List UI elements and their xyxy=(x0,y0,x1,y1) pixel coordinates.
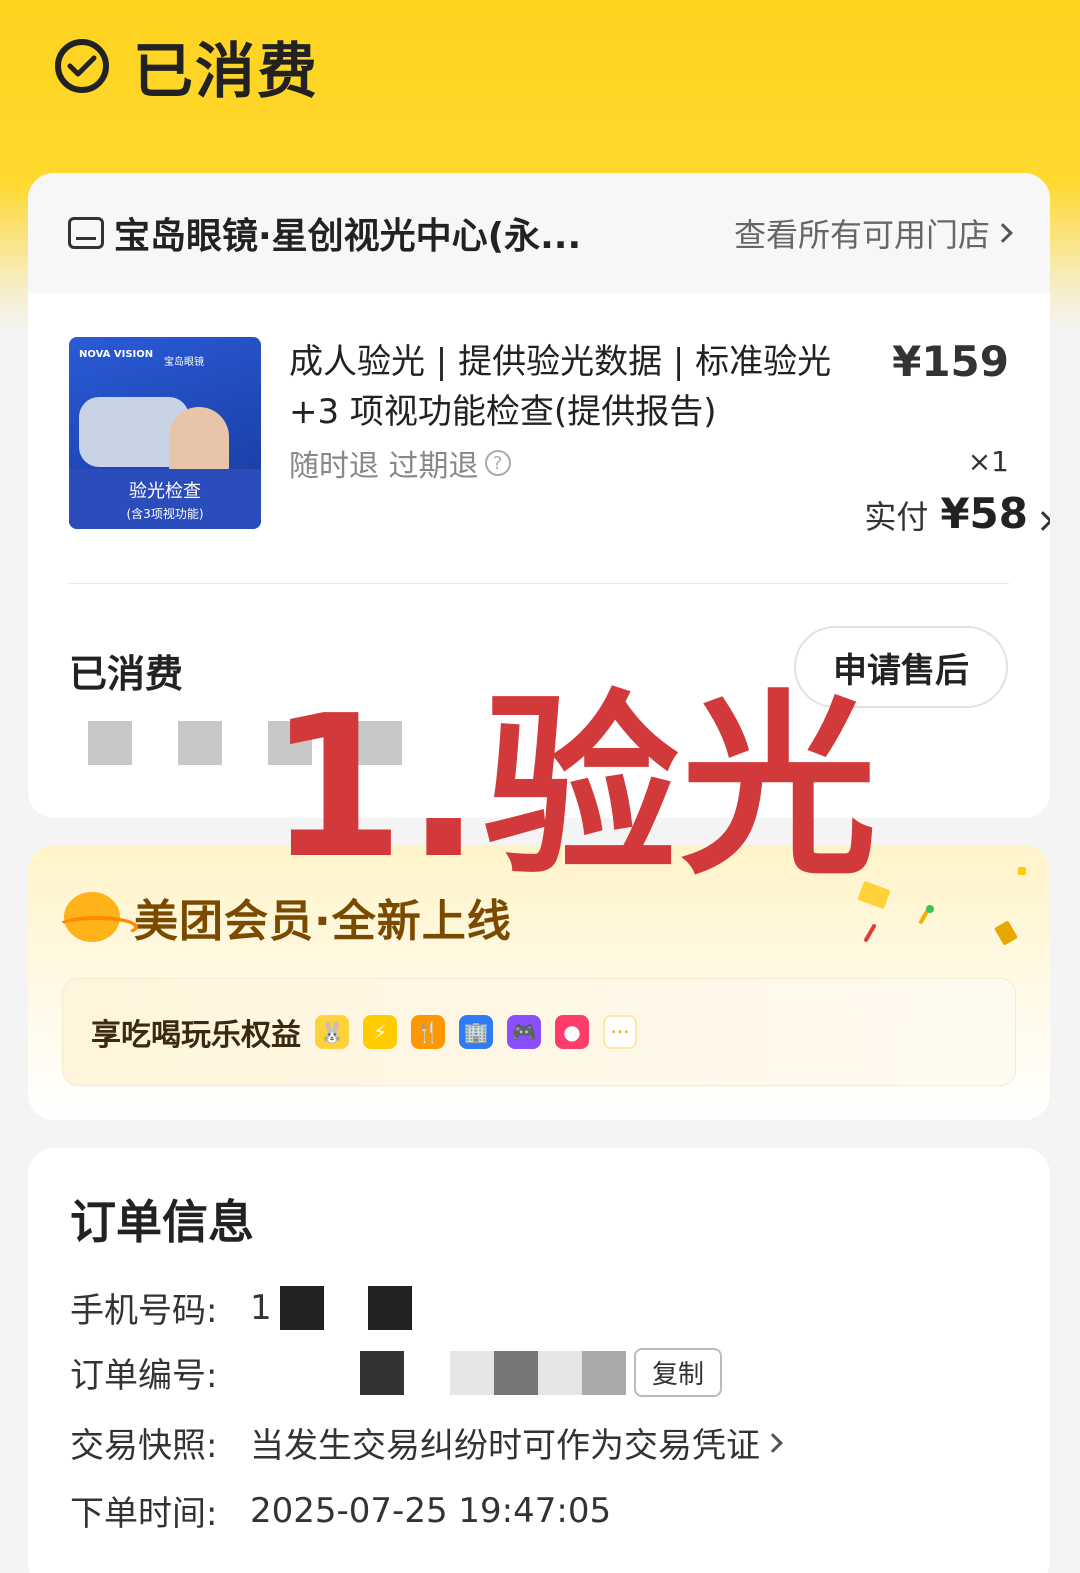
thumbnail-caption-title: 验光检查 xyxy=(129,481,201,502)
order-time-value: 2025-07-25 19:47:05 xyxy=(250,1490,612,1531)
mask-block xyxy=(178,721,222,765)
snapshot-row[interactable]: 交易快照: 当发生交易纠纷时可作为交易凭证 xyxy=(70,1418,783,1467)
phone-value: 1 xyxy=(250,1287,272,1328)
paid-amount-row[interactable]: 实付 ¥58 xyxy=(864,489,1050,538)
refund-tags: 随时退 过期退 ? xyxy=(289,441,511,485)
game-icon: 🎮 xyxy=(507,1015,541,1049)
fork-knife-icon: 🍴 xyxy=(411,1015,445,1049)
chevron-right-icon xyxy=(763,1432,783,1453)
thumbnail-logo: NOVA VISION xyxy=(79,349,154,360)
store-name: 宝岛眼镜·星创视光中心(永... xyxy=(114,216,582,257)
order-number-row: 订单编号: 复制 xyxy=(70,1348,723,1397)
phone-label: 手机号码: xyxy=(70,1291,218,1331)
thumbnail-caption: 验光检查 (含3项视功能) xyxy=(69,469,261,529)
status-title: 已消费 xyxy=(133,36,319,107)
meituan-member-logo-icon xyxy=(56,892,138,942)
chevron-right-icon xyxy=(1033,511,1050,531)
mask-block xyxy=(360,1350,404,1395)
annotation-overlay: 1.验光 xyxy=(268,674,879,902)
view-all-stores-link[interactable]: 查看所有可用门店 xyxy=(733,210,1013,256)
paid-amount: ¥58 xyxy=(940,489,1028,538)
snapshot-label: 交易快照: xyxy=(70,1426,218,1466)
consumption-status: 已消费 xyxy=(69,652,184,696)
mask-block xyxy=(88,721,132,765)
mask-block xyxy=(538,1350,582,1395)
thumbnail-caption-sub: (含3项视功能) xyxy=(126,507,204,521)
product-title: 成人验光 | 提供验光数据 | 标准验光+3 项视功能检查(提供报告) xyxy=(289,342,832,432)
rabbit-icon: 🐰 xyxy=(315,1015,349,1049)
order-info-title: 订单信息 xyxy=(70,1195,254,1249)
refund-tags-text: 随时退 过期退 xyxy=(289,449,479,484)
confetti-icon xyxy=(863,923,877,943)
order-time-label: 下单时间: xyxy=(70,1494,218,1534)
mask-block xyxy=(279,1285,324,1330)
divider xyxy=(69,583,1009,584)
order-time-row: 下单时间: 2025-07-25 19:47:05 xyxy=(70,1486,611,1535)
order-info-card: 订单信息 手机号码: 1 订单编号: 复制 交易快照: 当发生交易纠纷时可作为交… xyxy=(28,1148,1050,1573)
view-all-stores-label: 查看所有可用门店 xyxy=(733,216,990,254)
copy-order-number-button[interactable]: 复制 xyxy=(634,1348,723,1397)
status-header: 已消费 xyxy=(55,30,319,107)
more-icon[interactable]: ··· xyxy=(603,1015,637,1049)
check-circle-icon xyxy=(55,39,109,93)
mask-block xyxy=(367,1285,412,1330)
confetti-icon xyxy=(926,905,934,913)
person-image xyxy=(169,407,229,477)
thumbnail-brand: 宝岛眼镜 xyxy=(164,357,204,368)
order-number-label: 订单编号: xyxy=(70,1356,218,1396)
store-icon xyxy=(68,217,104,249)
member-perks-text: 享吃喝玩乐权益 xyxy=(91,1018,301,1053)
lightning-bag-icon: ⚡ xyxy=(363,1015,397,1049)
mask-block xyxy=(450,1350,494,1395)
mask-block xyxy=(494,1350,538,1395)
snapshot-value: 当发生交易纠纷时可作为交易凭证 xyxy=(250,1426,760,1466)
confetti-icon xyxy=(994,920,1018,946)
product-quantity: ×1 xyxy=(967,445,1009,478)
hotel-icon: 🏢 xyxy=(459,1015,493,1049)
product-price: ¥159 xyxy=(892,337,1009,386)
mascot-icon: ● xyxy=(555,1015,589,1049)
mask-block xyxy=(582,1350,626,1395)
member-perks-box[interactable]: 享吃喝玩乐权益 🐰 ⚡ 🍴 🏢 🎮 ● ··· xyxy=(62,978,1016,1086)
paid-label: 实付 xyxy=(864,498,929,536)
product-thumbnail[interactable]: NOVA VISION 宝岛眼镜 验光检查 (含3项视功能) xyxy=(69,337,261,529)
confetti-icon xyxy=(1018,867,1026,875)
help-icon[interactable]: ? xyxy=(484,450,511,476)
store-bar[interactable]: 宝岛眼镜·星创视光中心(永... 查看所有可用门店 xyxy=(28,173,1050,293)
phone-row: 手机号码: 1 xyxy=(70,1283,412,1332)
chevron-right-icon xyxy=(993,223,1013,243)
